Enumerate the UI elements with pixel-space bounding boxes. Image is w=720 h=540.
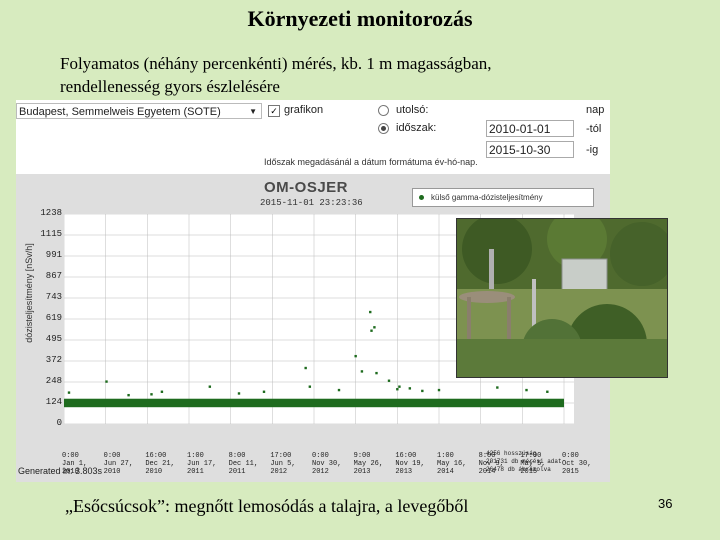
- stat-line-1: 4256 hosszúság: [486, 450, 537, 457]
- date-from-input[interactable]: 2010-01-01: [486, 120, 574, 137]
- chart-timestamp: 2015-11-01 23:23:36: [260, 198, 363, 208]
- station-select[interactable]: Budapest, Semmelweis Egyetem (SOTE) ▼: [16, 103, 262, 119]
- stat-line-3: 26478 db ábrázolva: [486, 466, 551, 473]
- date-to-input[interactable]: 2015-10-30: [486, 141, 574, 158]
- data-point: [150, 393, 153, 396]
- x-tick-label: 17:00 Jun 5, 2012: [270, 452, 296, 476]
- y-tick-label: 1238: [40, 208, 62, 218]
- generated-time: Generated in: 3.803s: [18, 466, 103, 476]
- graph-checkbox[interactable]: ✓: [268, 105, 280, 117]
- y-tick-label: 0: [56, 418, 62, 428]
- data-point: [304, 366, 307, 370]
- y-tick-label: 372: [45, 355, 62, 365]
- x-tick-label: 0:00 Oct 30, 2015: [562, 452, 592, 476]
- radio-period[interactable]: [378, 123, 389, 134]
- slide-title: Környezeti monitorozás: [247, 6, 473, 31]
- x-tick-label: 1:00 May 16, 2014: [437, 452, 467, 476]
- graph-checkbox-label: grafikon: [284, 104, 324, 116]
- data-point: [546, 390, 549, 393]
- data-point: [360, 370, 364, 373]
- legend-marker: [419, 195, 424, 200]
- data-point: [237, 392, 241, 395]
- data-point: [160, 390, 164, 393]
- y-tick-label: 867: [45, 271, 62, 281]
- data-point: [308, 385, 312, 388]
- station-select-value: Budapest, Semmelweis Egyetem (SOTE): [19, 106, 221, 118]
- chart-stats: 4256 hosszúság 201731 db mérési adat 264…: [486, 450, 562, 474]
- date-to-suffix: -ig: [586, 144, 599, 156]
- chart-title: OM-OSJER: [264, 179, 349, 196]
- subtitle-line-2: rendellenesség gyors észlelésére: [60, 77, 280, 96]
- data-point: [375, 371, 378, 375]
- data-point: [396, 388, 399, 391]
- data-point: [437, 388, 441, 392]
- station-photo: [456, 218, 668, 378]
- last-days-suffix: nap: [586, 104, 605, 116]
- y-tick-label: 619: [45, 313, 62, 323]
- data-point: [127, 393, 130, 397]
- data-point: [337, 388, 341, 392]
- data-point: [208, 385, 212, 388]
- data-point: [421, 389, 424, 393]
- data-point: [369, 310, 372, 314]
- query-form: Budapest, Semmelweis Egyetem (SOTE) ▼ ✓ …: [16, 100, 610, 174]
- data-point: [525, 388, 528, 392]
- chart-legend: külső gamma-dózisteljesítmény: [412, 188, 594, 207]
- data-point: [370, 329, 373, 332]
- radio-period-label: időszak:: [396, 122, 437, 134]
- y-tick-label: 124: [45, 397, 62, 407]
- x-tick-label: 8:00 Dec 11, 2011: [228, 452, 259, 476]
- slide-caption: „Esőcsúcsok”: megnőtt lemosódás a talajr…: [65, 496, 469, 516]
- radio-last[interactable]: [378, 105, 389, 116]
- data-point: [398, 385, 401, 388]
- date-format-hint: Időszak megadásánál a dátum formátuma év…: [264, 157, 478, 167]
- station-photo-image: [457, 219, 667, 377]
- legend-label: külső gamma-dózisteljesítmény: [431, 193, 543, 202]
- x-tick-label: 16:00 Dec 21, 2010: [145, 452, 175, 476]
- y-tick-label: 743: [45, 292, 62, 302]
- radio-last-label: utolsó:: [396, 104, 429, 116]
- y-tick-label: 1115: [40, 229, 62, 239]
- x-tick-label: 1:00 Jun 17, 2011: [187, 452, 217, 476]
- baseline-band: [64, 398, 564, 408]
- chevron-down-icon: ▼: [249, 107, 257, 116]
- data-point: [67, 391, 71, 394]
- data-point: [373, 326, 376, 329]
- subtitle-line-1: Folyamatos (néhány percenkénti) mérés, k…: [60, 54, 492, 73]
- data-point: [262, 390, 266, 393]
- y-tick-label: 495: [45, 334, 62, 344]
- data-point: [496, 386, 499, 389]
- data-point: [387, 379, 391, 382]
- data-point: [354, 354, 357, 358]
- y-tick-label: 991: [45, 250, 62, 260]
- slide-subtitle: Folyamatos (néhány percenkénti) mérés, k…: [60, 52, 620, 98]
- stat-line-2: 201731 db mérési adat: [486, 458, 562, 465]
- x-tick-label: 0:00 Nov 30, 2012: [312, 452, 342, 476]
- date-from-suffix: -tól: [586, 123, 602, 135]
- data-point: [408, 387, 412, 390]
- x-tick-label: 0:00 Jun 27, 2010: [103, 452, 134, 476]
- x-tick-label: 9:00 May 26, 2013: [353, 452, 384, 476]
- y-tick-label: 248: [45, 376, 62, 386]
- data-point: [105, 380, 108, 383]
- page-number: 36: [658, 496, 673, 511]
- x-tick-label: 16:00 Nov 19, 2013: [395, 452, 425, 476]
